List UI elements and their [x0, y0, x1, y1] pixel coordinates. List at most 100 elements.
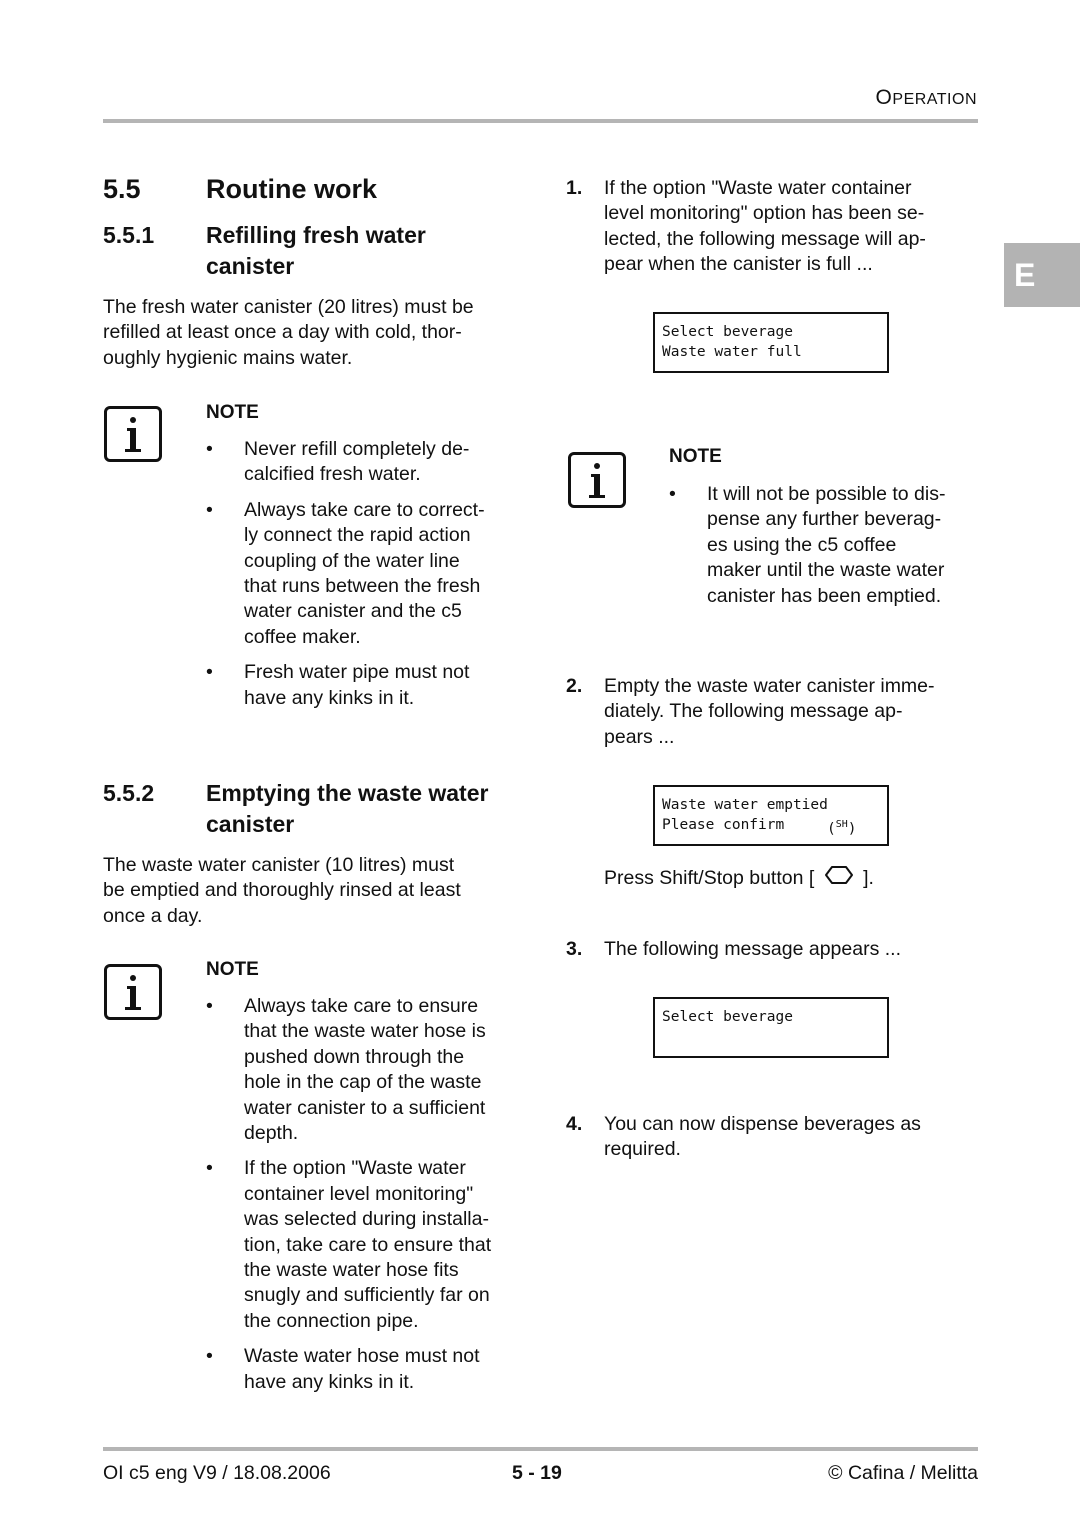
text-line: Press Shift/Stop button [: [604, 866, 815, 889]
step-1: 1. If the option "Waste water container …: [566, 176, 986, 278]
press-shift-stop-instruction: Press Shift/Stop button [ ].: [604, 864, 874, 893]
bullet-item: • Never refill completely de-calcified fr…: [206, 437, 526, 488]
text-line: tion, take care to ensure that: [244, 1233, 492, 1256]
section-number: 5.5: [103, 174, 141, 204]
page-number: 5 - 19: [512, 1462, 562, 1484]
text-line: Always take care to ensure: [244, 995, 479, 1017]
text-line: It will not be possible to dis-: [707, 483, 946, 505]
text-line: container level monitoring": [244, 1182, 474, 1205]
text-line: maker until the waste water: [707, 559, 945, 582]
text-line: calcified fresh water.: [244, 463, 421, 486]
text-line: If the option "Waste water container: [604, 177, 912, 199]
text-line: lected, the following message will ap-: [604, 227, 926, 250]
bullet-item: • Fresh water pipe must not have any kinks…: [206, 660, 526, 711]
step-number: 2.: [566, 675, 583, 697]
note-label: NOTE: [206, 959, 259, 980]
bullet-dot: •: [206, 1157, 213, 1180]
text-line: was selected during installa-: [244, 1208, 489, 1231]
text-line: The following message appears ...: [604, 938, 901, 960]
text-line: refilled at least once a day with cold, …: [103, 321, 462, 344]
text-line: You can now dispense beverages as: [604, 1113, 921, 1135]
text-line: Empty the waste water canister imme-: [604, 675, 935, 697]
info-icon: [568, 452, 626, 508]
bullet-dot: •: [206, 1345, 213, 1368]
shift-label: SH: [835, 819, 848, 830]
step-2: 2. Empty the waste water canister imme- …: [566, 674, 986, 750]
bullet-item: • If the option "Waste water container lev…: [206, 1156, 526, 1334]
subsection-heading-1: 5.5.1 Refilling fresh water canister: [103, 220, 426, 282]
text-line: once a day.: [103, 904, 203, 927]
text-line: snugly and sufficiently far on: [244, 1284, 490, 1307]
note-label: NOTE: [206, 402, 259, 423]
text-line: ly connect the rapid action: [244, 524, 471, 547]
text-line: canister has been emptied.: [707, 584, 942, 607]
display-line: Waste water full: [662, 344, 802, 360]
text-line: have any kinks in it.: [244, 686, 415, 709]
text-line: The waste water canister (10 litres) mus…: [103, 854, 455, 876]
section-header: OPERATION: [876, 86, 977, 110]
text-line: that runs between the fresh: [244, 575, 481, 598]
display-message-confirm: Waste water emptied Please confirm (SH): [653, 785, 889, 846]
info-icon: [104, 406, 162, 462]
text-line: the connection pipe.: [244, 1309, 419, 1332]
text-line: pushed down through the: [244, 1045, 465, 1068]
text-line: be emptied and thoroughly rinsed at leas…: [103, 879, 461, 902]
shift-stop-button-icon: [824, 864, 854, 893]
subsection-heading-2: 5.5.2 Emptying the waste water canister: [103, 778, 488, 840]
footer-rule: [103, 1447, 978, 1451]
text-line: Fresh water pipe must not: [244, 661, 470, 684]
text-line: Waste water hose must not: [244, 1345, 480, 1368]
footer-copyright: © Cafina / Melitta: [828, 1462, 978, 1484]
footer-doc-version: OI c5 eng V9 / 18.08.2006: [103, 1462, 331, 1484]
note-bullets-1: • Never refill completely de-calcified fr…: [206, 437, 526, 721]
text-line: diately. The following message ap-: [604, 700, 903, 723]
display-message-waste-full: Select beverage Waste water full: [653, 312, 889, 373]
text-line: Always take care to correct-: [244, 498, 485, 521]
text-line: that the waste water hose is: [244, 1020, 486, 1043]
text-line: depth.: [244, 1122, 299, 1145]
text-line: es using the c5 coffee: [707, 533, 897, 556]
text-line: have any kinks in it.: [244, 1370, 415, 1393]
subsection-number: 5.5.2: [103, 780, 155, 806]
bullet-item: • Always take care to correct-ly connect …: [206, 498, 526, 650]
text-line: level monitoring" option has been se-: [604, 202, 925, 225]
text-line: The fresh water canister (20 litres) mus…: [103, 296, 474, 318]
header-rest: PERATION: [892, 91, 977, 108]
bullet-dot: •: [206, 661, 213, 684]
step-4: 4. You can now dispense beverages as req…: [566, 1112, 986, 1163]
subsection-title-line: canister: [206, 811, 295, 837]
text-line: the waste water hose fits: [244, 1259, 459, 1282]
chapter-tab: E: [1004, 243, 1080, 307]
bullet-dot: •: [669, 483, 676, 505]
text-line: water canister to a sufficient: [244, 1096, 486, 1119]
text-line: Never refill completely de-: [244, 438, 470, 460]
subsection-number: 5.5.1: [103, 222, 155, 248]
bullet-dot: •: [206, 498, 213, 521]
text-line: water canister and the c5: [244, 600, 462, 623]
text-line: oughly hygienic mains water.: [103, 346, 353, 369]
display-line: Waste water emptied: [662, 797, 828, 813]
step-3: 3. The following message appears ...: [566, 937, 986, 962]
section-heading: 5.5 Routine work: [103, 174, 377, 205]
header-rule: [103, 119, 978, 123]
display-line: Select beverage: [662, 1009, 793, 1025]
display-line: Please confirm: [662, 817, 785, 833]
step-number: 1.: [566, 177, 583, 199]
paragraph-fresh-water: The fresh water canister (20 litres) mus…: [103, 295, 474, 371]
text-line: coupling of the water line: [244, 549, 460, 572]
bullet-dot: •: [206, 438, 213, 460]
step-number: 4.: [566, 1113, 583, 1135]
text-line: ].: [863, 866, 874, 889]
text-line: pense any further beverag-: [707, 508, 942, 531]
text-line: hole in the cap of the waste: [244, 1071, 482, 1094]
subsection-title-line: canister: [206, 253, 295, 279]
header-cap: O: [875, 86, 893, 109]
text-line: pear when the canister is full ...: [604, 253, 873, 276]
note-label: NOTE: [669, 446, 722, 467]
bullet-item: • It will not be possible to dis-pense an…: [669, 482, 989, 609]
display-line: Select beverage: [662, 324, 793, 340]
text-line: pears ...: [604, 725, 675, 748]
bullet-item: • Always take care to ensure that the wast…: [206, 994, 526, 1146]
paragraph-waste-water: The waste water canister (10 litres) mus…: [103, 853, 461, 929]
section-title: Routine work: [206, 174, 378, 204]
